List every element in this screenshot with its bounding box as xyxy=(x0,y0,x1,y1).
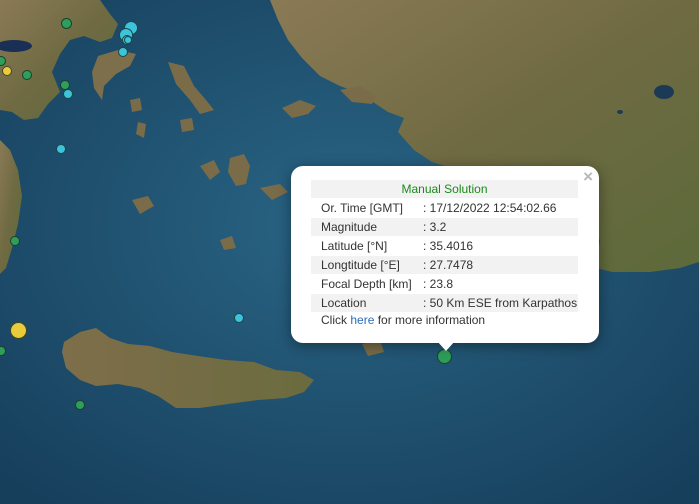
land-island-i xyxy=(130,98,142,112)
lake-small xyxy=(617,110,623,114)
more-info-prefix: Click xyxy=(321,313,351,327)
earthquake-marker[interactable] xyxy=(10,322,27,339)
origin-time-label: Or. Time [GMT] xyxy=(321,201,404,215)
origin-time-value: : 17/12/2022 12:54:02.66 xyxy=(423,201,557,215)
earthquake-info-popup: × Manual Solution Or. Time [GMT] : 17/12… xyxy=(291,166,599,351)
earthquake-marker[interactable] xyxy=(234,313,244,323)
earthquake-marker[interactable] xyxy=(118,47,128,57)
earthquake-marker[interactable] xyxy=(75,400,85,410)
longitude-label: Longtitude [°E] xyxy=(321,258,400,272)
magnitude-label: Magnitude xyxy=(321,220,378,234)
magnitude-row: Magnitude : 3.2 xyxy=(311,218,578,236)
earthquake-marker[interactable] xyxy=(2,66,12,76)
longitude-value: : 27.7478 xyxy=(423,258,474,272)
origin-time-row: Or. Time [GMT] : 17/12/2022 12:54:02.66 xyxy=(311,199,578,217)
more-info-suffix: for more information xyxy=(374,313,486,327)
latitude-row: Latitude [°N] : 35.4016 xyxy=(311,237,578,255)
focal-depth-label: Focal Depth [km] xyxy=(321,277,412,291)
popup-title: Manual Solution xyxy=(311,180,578,198)
location-row: Location : 50 Km ESE from Karpathos xyxy=(311,294,578,312)
earthquake-marker[interactable] xyxy=(60,80,70,90)
focal-depth-row: Focal Depth [km] : 23.8 xyxy=(311,275,578,293)
magnitude-value: : 3.2 xyxy=(423,220,447,234)
earthquake-marker[interactable] xyxy=(124,36,132,44)
latitude-label: Latitude [°N] xyxy=(321,239,388,253)
earthquake-marker[interactable] xyxy=(63,89,73,99)
location-label: Location xyxy=(321,296,367,310)
land-island-h xyxy=(180,118,194,132)
earthquake-marker[interactable] xyxy=(61,18,72,29)
lake xyxy=(654,85,674,99)
earthquake-marker[interactable] xyxy=(56,144,66,154)
location-value: : 50 Km ESE from Karpathos xyxy=(423,296,578,310)
more-info-text: Click here for more information xyxy=(321,313,485,327)
selected-earthquake-marker[interactable] xyxy=(437,349,452,364)
more-info-link[interactable]: here xyxy=(350,313,374,327)
longitude-row: Longtitude [°E] : 27.7478 xyxy=(311,256,578,274)
latitude-value: : 35.4016 xyxy=(423,239,474,253)
close-icon[interactable]: × xyxy=(583,168,593,186)
focal-depth-value: : 23.8 xyxy=(423,277,454,291)
earthquake-marker[interactable] xyxy=(22,70,32,80)
popup-tip xyxy=(437,341,455,351)
earthquake-marker[interactable] xyxy=(10,236,20,246)
